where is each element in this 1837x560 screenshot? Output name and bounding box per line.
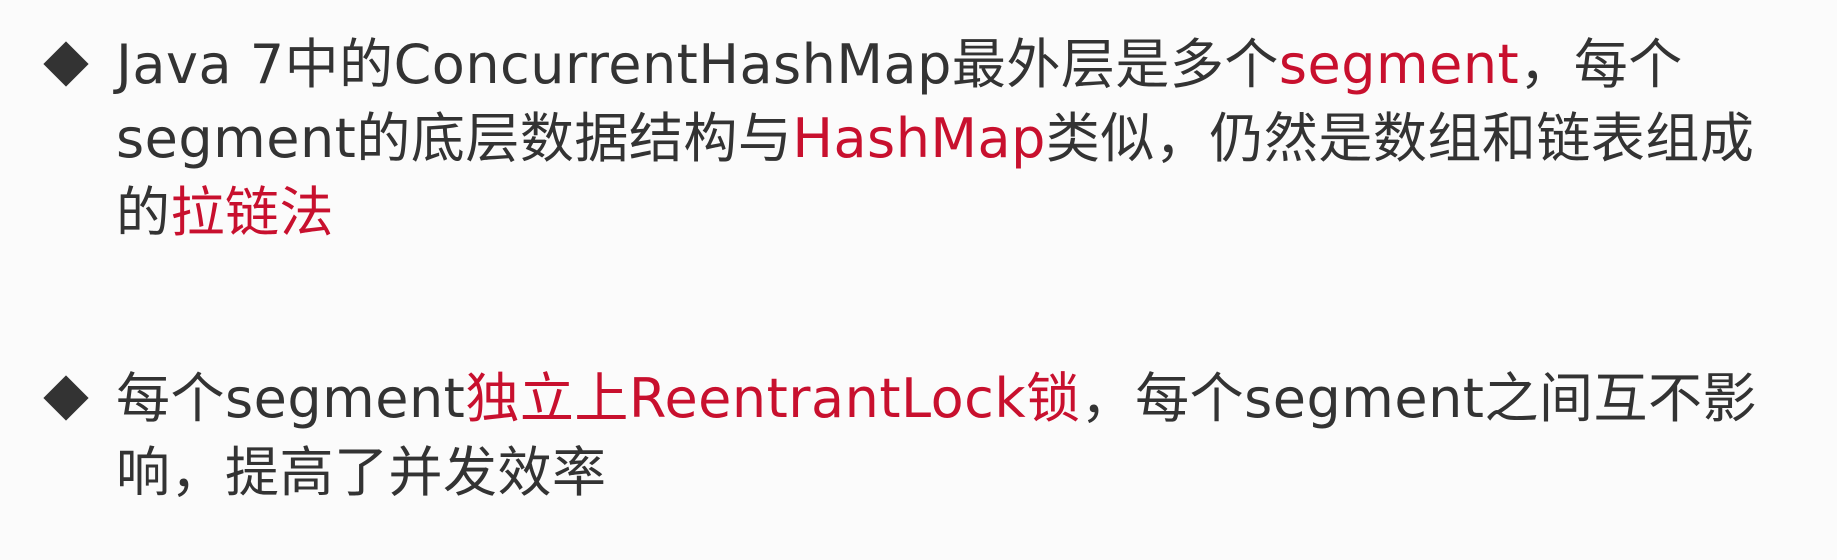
highlight-hashmap: HashMap — [792, 107, 1046, 170]
highlight-segment: segment — [1278, 33, 1520, 96]
bullet-item: Java 7中的ConcurrentHashMap最外层是多个segment，每… — [38, 28, 1776, 250]
highlight-reentrantlock: 独立上ReentrantLock锁 — [465, 367, 1081, 430]
diamond-bullet-icon — [43, 375, 89, 421]
bullet-item: 每个segment独立上ReentrantLock锁，每个segment之间互不… — [38, 362, 1776, 510]
bullet-text-part: 每个segment — [116, 367, 466, 430]
bullet-text-part: Java 7中的ConcurrentHashMap最外层是多个 — [116, 33, 1279, 96]
bullet-text: Java 7中的ConcurrentHashMap最外层是多个segment，每… — [116, 28, 1776, 250]
bullet-text: 每个segment独立上ReentrantLock锁，每个segment之间互不… — [116, 362, 1776, 510]
diamond-bullet-icon — [43, 41, 89, 87]
slide: Java 7中的ConcurrentHashMap最外层是多个segment，每… — [0, 0, 1837, 560]
highlight-chaining: 拉链法 — [170, 181, 334, 244]
